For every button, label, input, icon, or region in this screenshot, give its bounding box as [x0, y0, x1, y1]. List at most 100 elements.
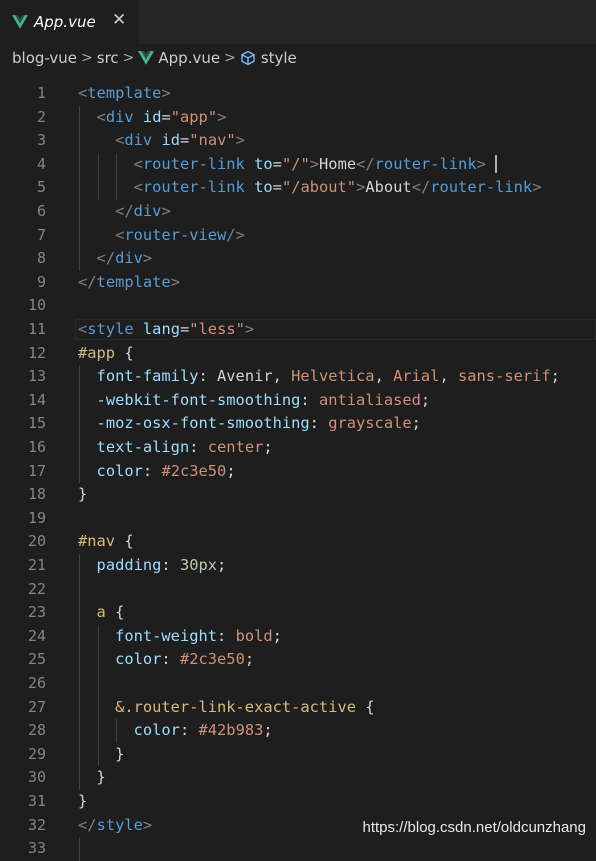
- code-text: }: [78, 483, 87, 507]
- code-line[interactable]: 16 text-align: center;: [0, 436, 596, 460]
- code-text: </div>: [78, 200, 171, 224]
- code-token: style: [87, 320, 134, 338]
- indent-guide: [79, 105, 80, 271]
- code-line[interactable]: 25 color: #2c3e50;: [0, 648, 596, 672]
- code-text: </div>: [78, 247, 153, 271]
- code-line[interactable]: 8 </div>: [0, 247, 596, 271]
- code-line[interactable]: 21 padding: 30px;: [0, 554, 596, 578]
- code-line[interactable]: 4 <router-link to="/">Home</router-link>: [0, 153, 596, 177]
- indent-guide: [97, 624, 99, 767]
- code-text: -moz-osx-font-smoothing: grayscale;: [78, 412, 421, 436]
- code-line[interactable]: 28 color: #42b983;: [0, 719, 596, 743]
- code-token: />: [226, 225, 245, 244]
- code-line[interactable]: 30 }: [0, 766, 596, 790]
- breadcrumb-item-style[interactable]: style: [240, 49, 297, 67]
- code-token: div: [124, 131, 153, 150]
- chevron-right-icon: >: [81, 50, 93, 66]
- line-number: 6: [36, 202, 46, 220]
- code-editor[interactable]: 1 <template> 2 <div id="app"> 3 <div id="na…: [0, 72, 596, 861]
- code-text: #nav {: [78, 530, 134, 554]
- code-token: </: [115, 202, 134, 220]
- line-number: 9: [36, 272, 46, 291]
- line-number: 20: [27, 532, 46, 551]
- code-text: </template>: [78, 271, 180, 295]
- code-token: ;: [411, 414, 421, 433]
- code-token: ;: [263, 438, 273, 456]
- code-token: ;: [550, 367, 560, 386]
- code-line[interactable]: 26: [0, 672, 596, 696]
- line-number: 25: [27, 650, 46, 669]
- code-text: -webkit-font-smoothing: antialiased;: [78, 389, 431, 413]
- code-text: </style>: [78, 814, 152, 838]
- code-line[interactable]: 15 -moz-osx-font-smoothing: grayscale;: [0, 412, 596, 436]
- code-token: #2c3e50: [161, 461, 227, 480]
- code-text: <router-link to="/">Home</router-link>: [78, 153, 498, 177]
- code-token: sans-serif: [458, 367, 551, 386]
- code-token: =: [179, 320, 190, 338]
- code-line[interactable]: 24 font-weight: bold;: [0, 625, 596, 649]
- code-line[interactable]: 14 -webkit-font-smoothing: antialiased;: [0, 389, 596, 413]
- code-line[interactable]: 1 <template>: [0, 82, 596, 106]
- code-token: "nav": [189, 131, 236, 150]
- code-line[interactable]: 5 <router-link to="/about">About</router…: [0, 176, 596, 200]
- text-cursor: [495, 155, 498, 174]
- code-line[interactable]: 10: [0, 294, 596, 318]
- code-token: div: [133, 202, 162, 220]
- code-token: >: [142, 249, 153, 268]
- code-line[interactable]: 3 <div id="nav">: [0, 129, 596, 153]
- code-token: #app: [78, 343, 116, 362]
- code-line[interactable]: 13 font-family: Avenir, Helvetica, Arial…: [0, 365, 596, 389]
- breadcrumb-item-blog-vue[interactable]: blog-vue: [12, 49, 77, 67]
- code-line[interactable]: 29 }: [0, 743, 596, 767]
- breadcrumb-item-src[interactable]: src: [97, 49, 119, 67]
- close-icon[interactable]: ✕: [112, 10, 126, 30]
- code-line[interactable]: 2 <div id="app">: [0, 106, 596, 130]
- code-line[interactable]: 19: [0, 507, 596, 531]
- line-number: 22: [27, 579, 46, 598]
- code-token: to: [254, 154, 273, 173]
- line-number: 21: [27, 556, 46, 574]
- code-token: "less": [189, 320, 245, 338]
- code-token: -moz-osx-font-smoothing: [96, 414, 310, 433]
- code-line[interactable]: 20 #nav {: [0, 530, 596, 554]
- code-line[interactable]: 11 <style lang="less">: [0, 318, 596, 342]
- code-token: router-link: [142, 154, 245, 173]
- breadcrumb-item-app-vue[interactable]: App.vue: [138, 49, 220, 67]
- code-line[interactable]: 6 </div>: [0, 200, 596, 224]
- code-token: router-link: [430, 178, 533, 197]
- code-line[interactable]: 22: [0, 578, 596, 602]
- code-token: center: [207, 438, 264, 456]
- code-token: </: [78, 815, 97, 834]
- code-token: id: [142, 107, 162, 126]
- code-token: }: [115, 744, 125, 763]
- code-text: font-family: Avenir, Helvetica, Arial, s…: [78, 365, 560, 389]
- line-number: 30: [27, 768, 46, 787]
- code-line[interactable]: 23 a {: [0, 601, 596, 625]
- code-line[interactable]: 18}: [0, 483, 596, 507]
- line-number: 31: [27, 792, 46, 810]
- code-line[interactable]: 27 &.router-link-exact-active {: [0, 696, 596, 720]
- line-number: 33: [27, 839, 46, 858]
- code-line[interactable]: 7 <router-view/>: [0, 224, 596, 248]
- code-token: ,: [374, 367, 394, 386]
- code-token: color: [115, 650, 162, 669]
- code-line[interactable]: 17 color: #2c3e50;: [0, 460, 596, 484]
- code-line[interactable]: 33: [0, 837, 596, 861]
- code-line[interactable]: 9 </template>: [0, 271, 596, 295]
- code-token: template: [87, 84, 162, 102]
- code-line[interactable]: 12 #app {: [0, 342, 596, 366]
- code-token: >: [170, 272, 180, 291]
- tab-app-vue[interactable]: App.vue ✕: [0, 0, 139, 44]
- code-line[interactable]: 31}: [0, 790, 596, 814]
- code-token: :: [300, 390, 319, 409]
- code-token: </: [96, 249, 116, 268]
